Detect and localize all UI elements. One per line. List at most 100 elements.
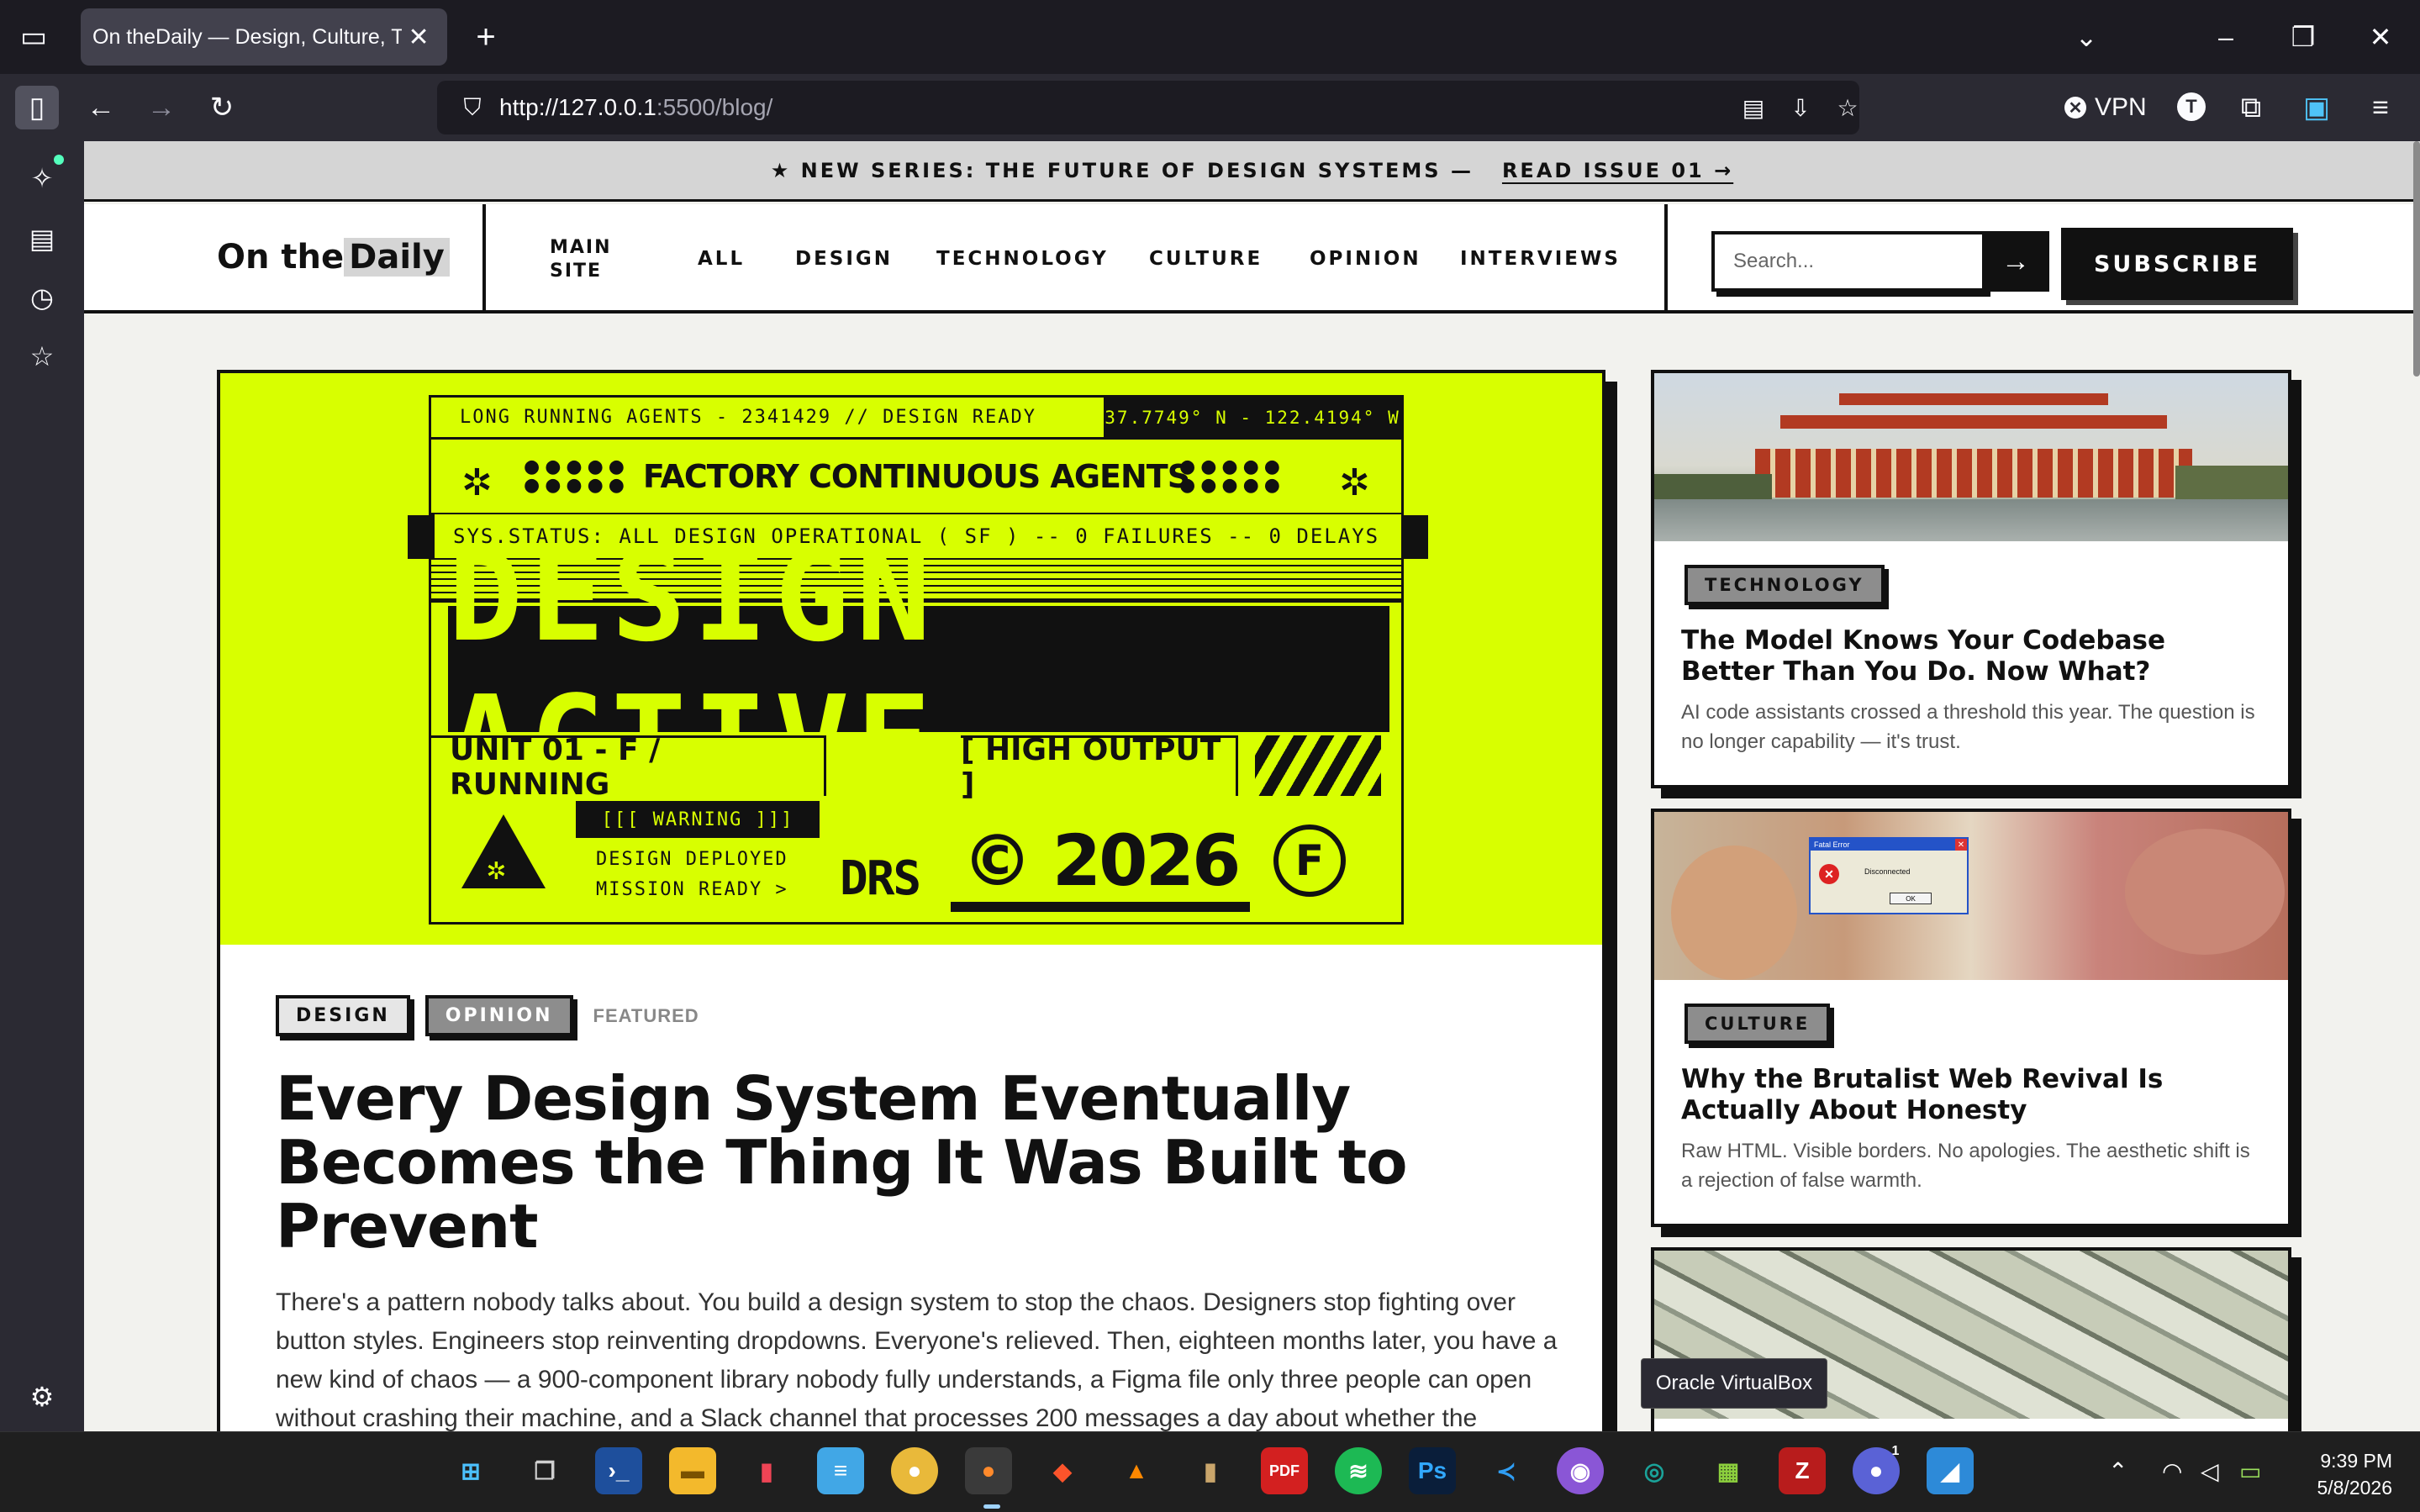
list-all-tabs-icon[interactable]: ⌄ bbox=[2064, 15, 2108, 59]
search-submit-button[interactable]: → bbox=[1982, 231, 2049, 292]
poster-frame: LONG RUNNING AGENTS - 2341429 // DESIGN … bbox=[408, 395, 1428, 925]
taskbar-clock[interactable]: 9:39 PM 5/8/2026 bbox=[2283, 1447, 2392, 1501]
site-logo[interactable]: On the Daily bbox=[217, 238, 450, 277]
back-icon[interactable]: ← bbox=[79, 86, 123, 129]
hero-poster-image: LONG RUNNING AGENTS - 2341429 // DESIGN … bbox=[220, 373, 1602, 945]
search-input[interactable]: Search... bbox=[1711, 231, 1985, 292]
active-tab[interactable]: On theDaily — Design, Culture, Tech ✕ bbox=[81, 8, 447, 66]
browser-sidebar: ✧ ▤ ◷ ☆ ⚙ bbox=[0, 141, 84, 1431]
app-icon[interactable]: ▦ bbox=[1705, 1447, 1752, 1494]
windows-taskbar: ⊞ ❐ ›_ ▬ ▮ ≡ ● ● ◆ ▲ ▮ PDF ≋ Ps ≺ ◉ ◎ ▦ … bbox=[0, 1431, 2420, 1512]
extensions-icon[interactable]: ⧉ bbox=[2229, 86, 2273, 129]
dots-decoration: ●●●●● ●●●●● bbox=[524, 456, 630, 496]
sidebar-toggle-icon[interactable]: ▯ bbox=[15, 86, 59, 129]
bookmark-star-icon[interactable]: ☆ bbox=[1829, 89, 1866, 126]
firefox-icon[interactable]: ● bbox=[965, 1447, 1012, 1494]
github-icon[interactable]: ◉ bbox=[1557, 1447, 1604, 1494]
wifi-icon[interactable]: ◠ bbox=[2162, 1457, 2182, 1485]
shield-icon[interactable]: ⛉ bbox=[456, 94, 489, 122]
filezilla-icon[interactable]: Z bbox=[1779, 1447, 1826, 1494]
featured-article[interactable]: LONG RUNNING AGENTS - 2341429 // DESIGN … bbox=[217, 370, 1605, 1431]
taskbar-tooltip: Oracle VirtualBox bbox=[1641, 1358, 1827, 1409]
reload-icon[interactable]: ↻ bbox=[200, 86, 244, 129]
fresco-image: Fatal Error ✕ ✕ Disconnected OK bbox=[1654, 812, 2288, 980]
powershell-icon[interactable]: ›_ bbox=[595, 1447, 642, 1494]
battery-icon[interactable]: ▭ bbox=[2239, 1457, 2261, 1485]
main-site-link[interactable]: MAIN SITE bbox=[550, 236, 612, 283]
card-body: TECHNOLOGY The Model Knows Your Codebase… bbox=[1654, 541, 2288, 785]
vlc-icon[interactable]: ▲ bbox=[1113, 1447, 1160, 1494]
start-windows-icon[interactable]: ⊞ bbox=[447, 1447, 494, 1494]
synced-tabs-icon[interactable]: ▤ bbox=[22, 219, 62, 259]
tag-culture[interactable]: CULTURE bbox=[1685, 1004, 1831, 1044]
save-extension-icon[interactable]: ▣ bbox=[2295, 86, 2338, 129]
url-text[interactable]: http://127.0.0.1:5500/blog/ bbox=[499, 94, 772, 121]
hero-excerpt: There's a pattern nobody talks about. Yo… bbox=[276, 1288, 1558, 1431]
profile-avatar[interactable]: T bbox=[2177, 92, 2206, 121]
new-tab-icon[interactable]: + bbox=[467, 18, 504, 55]
close-window-icon[interactable]: ✕ bbox=[2359, 15, 2402, 59]
vpn-off-icon: ✕ bbox=[2064, 97, 2086, 119]
nav-opinion[interactable]: OPINION bbox=[1310, 248, 1421, 270]
error-dialog: Fatal Error ✕ ✕ Disconnected OK bbox=[1809, 837, 1969, 914]
bookmarks-star-icon[interactable]: ☆ bbox=[22, 336, 62, 377]
card-title[interactable]: Why the Brutalist Web Revival Is Actuall… bbox=[1681, 1064, 2261, 1126]
spotify-icon[interactable]: ≋ bbox=[1335, 1447, 1382, 1494]
vscode-icon[interactable]: ≺ bbox=[1483, 1447, 1530, 1494]
brave-icon[interactable]: ◆ bbox=[1039, 1447, 1086, 1494]
nav-culture[interactable]: CULTURE bbox=[1149, 248, 1263, 270]
asterisk-icon: ✲ bbox=[461, 461, 493, 504]
app-icon[interactable]: ▮ bbox=[1187, 1447, 1234, 1494]
page-scrollbar[interactable] bbox=[2413, 141, 2420, 377]
tag-design[interactable]: DESIGN bbox=[276, 995, 410, 1036]
tag-technology[interactable]: TECHNOLOGY bbox=[1685, 565, 1885, 605]
nav-all[interactable]: ALL bbox=[698, 248, 745, 270]
tab-list-icon[interactable]: ▭ bbox=[15, 18, 52, 55]
app-icon[interactable]: ◢ bbox=[1927, 1447, 1974, 1494]
file-explorer-icon[interactable]: ▬ bbox=[669, 1447, 716, 1494]
nav-technology[interactable]: TECHNOLOGY bbox=[936, 248, 1109, 270]
card-excerpt: Raw HTML. Visible borders. No apologies.… bbox=[1681, 1140, 2250, 1192]
vpn-button[interactable]: ✕ VPN bbox=[2064, 87, 2147, 128]
photoshop-icon[interactable]: Ps bbox=[1409, 1447, 1456, 1494]
minimize-icon[interactable]: – bbox=[2204, 15, 2248, 59]
menu-icon[interactable]: ≡ bbox=[2359, 86, 2402, 129]
poster-row1-left: LONG RUNNING AGENTS - 2341429 // DESIGN … bbox=[460, 407, 1037, 428]
virtualbox-icon[interactable]: ◎ bbox=[1631, 1447, 1678, 1494]
tray-chevron-icon[interactable]: ⌃ bbox=[2108, 1457, 2127, 1485]
banner-cta-link[interactable]: READ ISSUE 01 → bbox=[1502, 159, 1733, 182]
poster-header-row: LONG RUNNING AGENTS - 2341429 // DESIGN … bbox=[431, 396, 1401, 440]
hero-title[interactable]: Every Design System Eventually Becomes t… bbox=[276, 1067, 1495, 1258]
article-card[interactable]: Fatal Error ✕ ✕ Disconnected OK CULTURE W… bbox=[1651, 809, 2291, 1227]
subscribe-button[interactable]: SUBSCRIBE bbox=[2061, 228, 2293, 300]
card-excerpt: AI code assistants crossed a threshold t… bbox=[1681, 701, 2255, 753]
poster-output: [ HIGH OUTPUT ] bbox=[961, 733, 1238, 802]
poster-big-title: DESIGN ACTIVE bbox=[448, 524, 1389, 814]
poster-drs: DRS bbox=[840, 851, 921, 906]
featured-label: FEATURED bbox=[593, 1004, 699, 1026]
nav-interviews[interactable]: INTERVIEWS bbox=[1460, 248, 1621, 270]
settings-gear-icon[interactable]: ⚙ bbox=[22, 1377, 62, 1417]
asterisk-icon: ✲ bbox=[1339, 461, 1370, 504]
nav-design[interactable]: DESIGN bbox=[795, 248, 893, 270]
browser-navbar: ▯ ← → ↻ ⛉ http://127.0.0.1:5500/blog/ ▤ … bbox=[0, 74, 2420, 141]
history-icon[interactable]: ◷ bbox=[22, 277, 62, 318]
site-header: On the Daily MAIN SITE ALL DESIGN TECHNOL… bbox=[84, 204, 2420, 313]
notepad-icon[interactable]: ≡ bbox=[817, 1447, 864, 1494]
volume-icon[interactable]: ◁ bbox=[2201, 1457, 2219, 1485]
restore-icon[interactable]: ❐ bbox=[2281, 15, 2325, 59]
forward-icon[interactable]: → bbox=[140, 86, 183, 129]
url-bar[interactable]: ⛉ http://127.0.0.1:5500/blog/ ▤ ⇩ ☆ bbox=[437, 81, 1859, 134]
pdf-icon[interactable]: PDF bbox=[1261, 1447, 1308, 1494]
active-app-indicator bbox=[983, 1504, 1000, 1509]
save-page-icon[interactable]: ⇩ bbox=[1782, 89, 1819, 126]
reader-view-icon[interactable]: ▤ bbox=[1735, 89, 1772, 126]
chrome-icon[interactable]: ● bbox=[891, 1447, 938, 1494]
card-title[interactable]: The Model Knows Your Codebase Better Tha… bbox=[1681, 625, 2261, 688]
tag-opinion[interactable]: OPINION bbox=[424, 995, 573, 1036]
task-view-icon[interactable]: ❐ bbox=[521, 1447, 568, 1494]
app-icon[interactable]: ▮ bbox=[743, 1447, 790, 1494]
article-card[interactable]: TECHNOLOGY The Model Knows Your Codebase… bbox=[1651, 370, 2291, 788]
tab-close-icon[interactable]: ✕ bbox=[402, 23, 435, 52]
banner-text: ★ NEW SERIES: THE FUTURE OF DESIGN SYSTE… bbox=[770, 158, 1474, 182]
